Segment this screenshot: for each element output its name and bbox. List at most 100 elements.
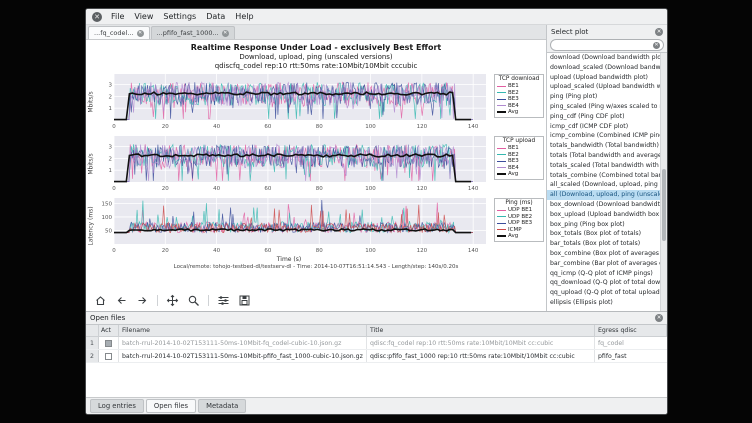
act-checkbox[interactable] (105, 353, 112, 360)
legend-line-swatch (497, 99, 506, 100)
close-icon: ✕ (657, 315, 662, 321)
tab-close-icon[interactable]: ✕ (137, 30, 144, 37)
svg-text:0: 0 (112, 186, 116, 192)
plot-list-item[interactable]: qq_download (Q-Q plot of total downloa (547, 278, 660, 288)
bottom-tab-log-entries[interactable]: Log entries (90, 399, 144, 413)
scrollbar-thumb[interactable] (662, 169, 666, 241)
plot-list-item[interactable]: qq_upload (Q-Q plot of total upload ban (547, 288, 660, 298)
plot-list: download (Download bandwidth plot)downlo… (547, 52, 667, 311)
forward-button[interactable] (136, 294, 149, 307)
document-tab-1[interactable]: ...pfifo_fast_1000...✕ (151, 26, 235, 39)
home-button[interactable] (94, 294, 107, 307)
menu-file[interactable]: File (111, 12, 124, 21)
tcp-download-chart[interactable]: 020406080100120140123 (96, 72, 492, 132)
legend-label: ICMP (508, 227, 522, 233)
plot-list-item[interactable]: box_ping (Ping box plot) (547, 220, 660, 230)
document-tab-0[interactable]: ...fq_codel...✕ (88, 26, 150, 39)
legend-line-swatch (497, 235, 506, 237)
act-checkbox[interactable] (105, 340, 112, 347)
svg-text:120: 120 (417, 124, 428, 130)
legend-label: BE2 (508, 152, 519, 158)
svg-text:50: 50 (105, 228, 112, 234)
bottom-tab-metadata[interactable]: Metadata (198, 399, 246, 413)
plot-search-input[interactable] (554, 42, 651, 49)
bottom-tab-open-files[interactable]: Open files (146, 399, 196, 413)
legend-line-swatch (497, 223, 506, 224)
plot-list-item[interactable]: ping_cdf (Ping CDF plot) (547, 112, 660, 122)
ping-chart[interactable]: 02040608010012014050100150 (96, 196, 492, 256)
configure-subplots-button[interactable] (217, 294, 230, 307)
plot-list-item[interactable]: box_combine (Box plot of averages of se (547, 249, 660, 259)
back-button[interactable] (115, 294, 128, 307)
tcp-upload-chart[interactable]: 020406080100120140123 (96, 134, 492, 194)
menu-bar-items: File View Settings Data Help (111, 12, 254, 21)
legend-title: Ping (ms) (497, 200, 541, 207)
legend-line-swatch (497, 86, 506, 87)
save-button[interactable] (238, 294, 251, 307)
plot-list-item[interactable]: bar_totals (Box plot of totals) (547, 239, 660, 249)
select-plot-panel: Select plot ✕ ✕ download (Download bandw… (547, 25, 667, 311)
plot-list-item[interactable]: box_upload (Upload bandwidth box plot) (547, 210, 660, 220)
plot-list-item[interactable]: box_totals (Box plot of totals) (547, 229, 660, 239)
plot-list-item[interactable]: download_scaled (Download bandwidth (547, 63, 660, 73)
svg-text:1: 1 (109, 168, 113, 174)
plot-subtitle-2: qdiscfq_codel rep:10 rtt:50ms rate:10Mbi… (86, 62, 546, 71)
forward-arrow-icon (136, 294, 149, 307)
y-axis-label-upload: Mbits/s (86, 134, 96, 194)
zoom-button[interactable] (187, 294, 200, 307)
tab-label: ...fq_codel... (94, 29, 134, 37)
select-plot-close-button[interactable]: ✕ (655, 28, 663, 36)
plot-list-item[interactable]: all_scaled (Download, upload, ping (sc (547, 180, 660, 190)
plot-list-item[interactable]: qq_icmp (Q-Q plot of ICMP pings) (547, 269, 660, 279)
figure-canvas[interactable]: Realtime Response Under Load - exclusive… (86, 40, 546, 311)
plot-list-item[interactable]: download (Download bandwidth plot) (547, 53, 660, 63)
menu-data[interactable]: Data (206, 12, 225, 21)
column-header-qd[interactable]: Egress qdisc (595, 325, 667, 336)
open-files-close-button[interactable]: ✕ (655, 314, 663, 322)
plot-list-item[interactable]: totals_combine (Combined total bandw (547, 171, 660, 181)
svg-text:100: 100 (365, 124, 376, 130)
svg-text:80: 80 (316, 248, 323, 254)
plot-list-item[interactable]: totals_bandwidth (Total bandwidth) (547, 141, 660, 151)
y-axis-label-download: Mbits/s (86, 72, 96, 132)
close-icon: ✕ (94, 13, 100, 21)
search-clear-button[interactable]: ✕ (653, 42, 660, 49)
svg-text:20: 20 (162, 248, 169, 254)
window-close-button[interactable]: ✕ (92, 12, 102, 22)
legend-title: TCP upload (497, 138, 541, 145)
legend-label: BE2 (508, 90, 519, 96)
plot-list-item[interactable]: totals_scaled (Total bandwidth with axe (547, 161, 660, 171)
plot-list-item[interactable]: totals (Total bandwidth and average pin (547, 151, 660, 161)
legend-label: Avg (508, 171, 518, 177)
plot-list-item[interactable]: ellipsis (Ellipsis plot) (547, 298, 660, 308)
svg-text:100: 100 (365, 186, 376, 192)
subplot-tcp-download: Mbits/s 020406080100120140123 TCP downlo… (86, 72, 546, 132)
plot-search-field[interactable]: ✕ (550, 39, 664, 51)
toolbar-separator (157, 295, 158, 306)
legend-label: BE3 (508, 96, 519, 102)
plot-list-item[interactable]: ping (Ping plot) (547, 92, 660, 102)
plot-list-item[interactable]: upload (Upload bandwidth plot) (547, 73, 660, 83)
menu-view[interactable]: View (134, 12, 153, 21)
pan-button[interactable] (166, 294, 179, 307)
column-header-act[interactable]: Act (99, 325, 119, 336)
plot-list-item[interactable]: ping_scaled (Ping w/axes scaled to rem (547, 102, 660, 112)
plot-list-item[interactable]: box_download (Download bandwidth b (547, 200, 660, 210)
open-files-header: Open files ✕ (86, 312, 667, 324)
column-header-fn[interactable]: Filename (119, 325, 367, 336)
plot-list-item[interactable]: upload_scaled (Upload bandwidth w/ax (547, 82, 660, 92)
filename-cell: batch-rrul-2014-10-02T153111-50ms-10Mbit… (119, 337, 367, 349)
legend-line-swatch (497, 229, 506, 230)
plot-list-scrollbar[interactable] (660, 53, 667, 311)
plot-list-item[interactable]: bar_combine (Bar plot of averages of se (547, 259, 660, 269)
column-header-ti[interactable]: Title (367, 325, 595, 336)
menu-help[interactable]: Help (235, 12, 253, 21)
menu-settings[interactable]: Settings (163, 12, 196, 21)
plot-list-item[interactable]: all (Download, upload, ping (unscaled ve (547, 190, 660, 200)
plot-list-item[interactable]: icmp_combine (Combined ICMP ping pl (547, 131, 660, 141)
select-plot-header: Select plot ✕ (547, 25, 667, 38)
tab-close-icon[interactable]: ✕ (222, 30, 229, 37)
plot-list-item[interactable]: icmp_cdf (ICMP CDF plot) (547, 122, 660, 132)
clear-icon: ✕ (654, 42, 658, 48)
legend-line-swatch (497, 105, 506, 106)
